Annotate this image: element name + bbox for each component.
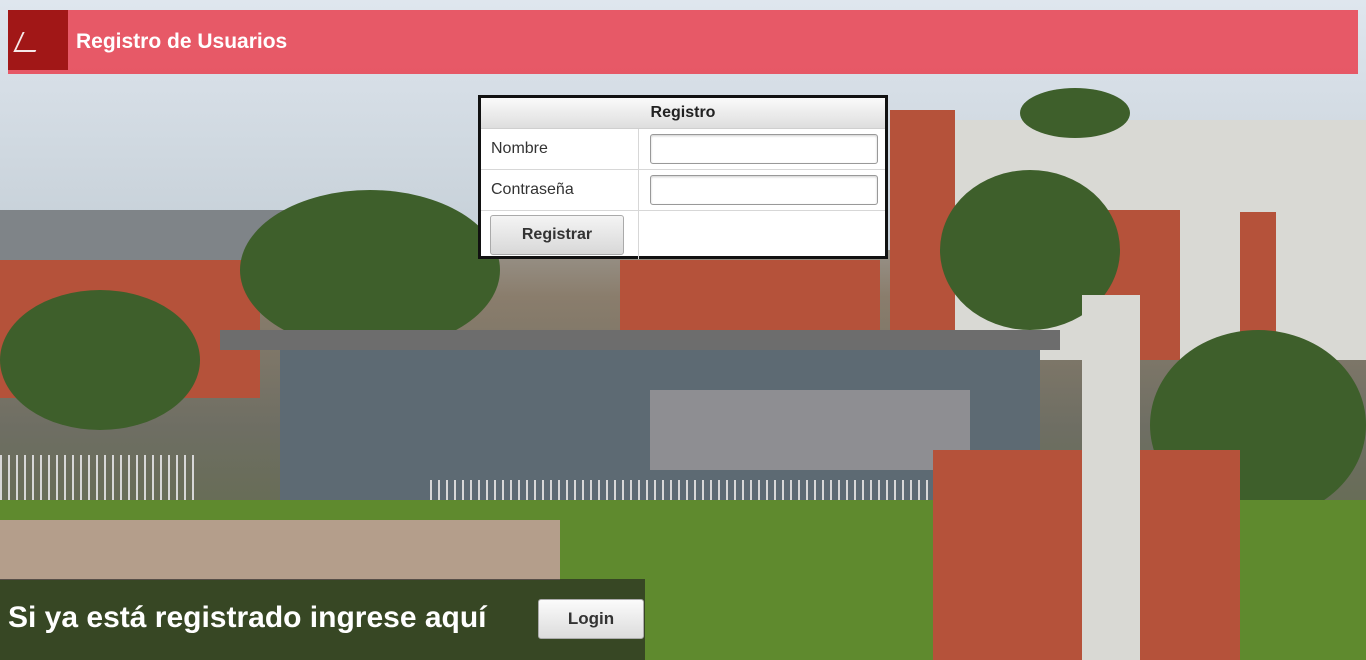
app-header: Registro de Usuarios (8, 10, 1358, 74)
page-title: Registro de Usuarios (76, 30, 288, 53)
register-button[interactable]: Registrar (490, 215, 624, 255)
login-bar: Si ya está registrado ingrese aquí Login (0, 579, 645, 660)
logo-mark-icon (13, 32, 45, 52)
university-logo (8, 10, 68, 70)
login-prompt: Si ya está registrado ingrese aquí (8, 601, 487, 634)
name-input[interactable] (650, 134, 878, 164)
password-label: Contraseña (481, 170, 639, 210)
registration-form: Registro Nombre Contraseña Registrar (478, 95, 888, 259)
submit-row: Registrar (481, 211, 885, 259)
password-input[interactable] (650, 175, 878, 205)
form-heading: Registro (481, 98, 885, 129)
login-button[interactable]: Login (538, 599, 644, 639)
name-label: Nombre (481, 129, 639, 169)
password-row: Contraseña (481, 170, 885, 211)
name-row: Nombre (481, 129, 885, 170)
